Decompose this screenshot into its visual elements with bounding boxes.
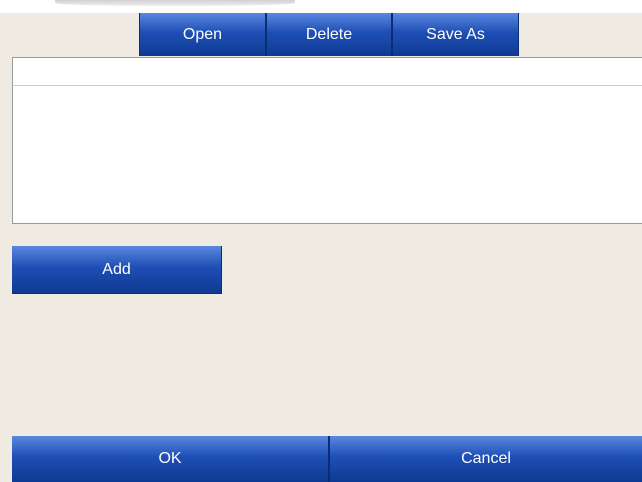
open-button-label: Open xyxy=(182,25,223,43)
top-shadow xyxy=(55,0,295,6)
delete-button-label: Delete xyxy=(305,25,353,43)
open-button[interactable]: Open xyxy=(139,13,266,56)
ok-button[interactable]: OK xyxy=(12,436,329,482)
cancel-button-label: Cancel xyxy=(461,450,511,467)
top-strip xyxy=(0,0,642,13)
delete-button[interactable]: Delete xyxy=(266,13,392,56)
file-list[interactable] xyxy=(12,57,642,224)
cancel-button[interactable]: Cancel xyxy=(329,436,642,482)
save-as-button-label: Save As xyxy=(426,25,485,43)
save-as-button[interactable]: Save As xyxy=(392,13,519,56)
dialog-panel: Open Delete Save As Add OK Cancel xyxy=(0,0,642,482)
ok-button-label: OK xyxy=(158,450,182,467)
list-row-divider xyxy=(13,85,642,86)
add-button-label: Add xyxy=(102,260,131,278)
add-button[interactable]: Add xyxy=(12,246,222,294)
